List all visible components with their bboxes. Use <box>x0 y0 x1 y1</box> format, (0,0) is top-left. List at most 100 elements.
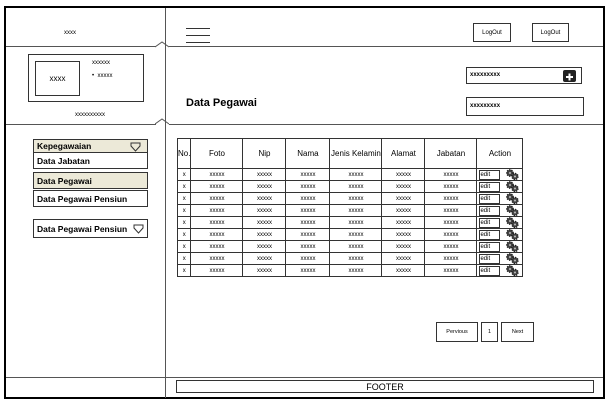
table-cell: xxxxx <box>381 252 426 265</box>
table-cell: xxxxx <box>424 180 478 193</box>
table-cell: xxxxx <box>190 240 244 253</box>
logout-button[interactable]: LogOut <box>473 23 511 42</box>
table-cell: xxxxx <box>381 228 426 241</box>
table-cell: xxxxx <box>285 216 331 229</box>
profile-line2-bullet: • xxxxx <box>92 73 113 79</box>
table-row: x xxxxx xxxxx xxxxx xxxxx xxxxx xxxxx edit <box>176 264 524 277</box>
footer-bar: FOOTER <box>176 380 594 393</box>
add-button[interactable] <box>563 70 576 82</box>
table-cell: x <box>176 264 192 277</box>
action-cell: edit <box>476 180 524 193</box>
chevron-down-icon <box>133 224 144 234</box>
header-separator-right <box>169 46 603 47</box>
hamburger-line <box>186 35 210 36</box>
edit-button[interactable]: edit <box>479 181 501 192</box>
table-cell: xxxxx <box>381 216 426 229</box>
action-cell: edit <box>476 204 524 217</box>
table-cell: xxxxx <box>424 204 478 217</box>
table-cell: xxxxx <box>329 168 383 181</box>
table-cell: xxxxx <box>424 228 478 241</box>
column-header: Nama <box>285 138 331 169</box>
column-header: Nip <box>242 138 287 169</box>
table-cell: xxxxx <box>381 240 426 253</box>
edit-button[interactable]: edit <box>479 229 501 240</box>
table-cell: xxxxx <box>242 216 287 229</box>
table-cell: xxxxx <box>329 240 383 253</box>
table-cell: xxxxx <box>285 192 331 205</box>
table-row: x xxxxx xxxxx xxxxx xxxxx xxxxx xxxxx edit <box>176 252 524 265</box>
search-input[interactable]: xxxxxxxxx <box>466 67 582 84</box>
sidebar-group-label: Kepegawaian <box>37 141 92 151</box>
filter-input-value: xxxxxxxxx <box>470 103 501 109</box>
column-header: Jenis Kelamin <box>329 138 383 169</box>
table-cell: xxxxx <box>190 180 244 193</box>
action-cell: edit <box>476 240 524 253</box>
page-title: Data Pegawai <box>186 97 257 109</box>
footer-separator <box>6 377 603 378</box>
gear-icon[interactable] <box>504 193 520 204</box>
table-cell: xxxxx <box>285 252 331 265</box>
filter-input[interactable]: xxxxxxxxx <box>466 97 584 116</box>
action-cell: edit <box>476 216 524 229</box>
table-cell: xxxxx <box>285 240 331 253</box>
table-cell: xxxxx <box>285 204 331 217</box>
table-cell: x <box>176 216 192 229</box>
table-cell: x <box>176 192 192 205</box>
menu-toggle-button[interactable] <box>186 27 210 43</box>
sidebar-separator-left <box>6 124 156 125</box>
edit-button[interactable]: edit <box>479 265 501 276</box>
gear-icon[interactable] <box>504 265 520 276</box>
table-cell: xxxxx <box>242 192 287 205</box>
sidebar-item-label: Data Jabatan <box>37 155 90 166</box>
column-header: Jabatan <box>424 138 478 169</box>
gear-icon[interactable] <box>504 217 520 228</box>
profile-line1: xxxxxx <box>92 60 110 66</box>
table-cell: xxxxx <box>381 168 426 181</box>
gear-icon[interactable] <box>504 169 520 180</box>
table-cell: xxxxx <box>424 192 478 205</box>
table-cell: xxxxx <box>190 192 244 205</box>
sidebar-item-data-jabatan[interactable]: Data Jabatan <box>33 152 148 169</box>
sidebar-group-kepegawaian[interactable]: Kepegawaian <box>33 139 148 153</box>
table-cell: xxxxx <box>329 228 383 241</box>
sidebar-item-label: Data Pegawai <box>37 175 92 186</box>
table-cell: x <box>176 204 192 217</box>
sidebar-item-data-pegawai-pensiun[interactable]: Data Pegawai Pensiun <box>33 190 148 207</box>
gear-icon[interactable] <box>504 241 520 252</box>
column-header: Foto <box>190 138 244 169</box>
pagination-next-button[interactable]: Next <box>501 322 534 342</box>
action-cell: edit <box>476 252 524 265</box>
table-row: x xxxxx xxxxx xxxxx xxxxx xxxxx xxxxx edit <box>176 192 524 205</box>
table-body: x xxxxx xxxxx xxxxx xxxxx xxxxx xxxxx edit x xxxx… <box>176 168 524 277</box>
gear-icon[interactable] <box>504 181 520 192</box>
edit-button[interactable]: edit <box>479 169 501 180</box>
sidebar-group-pensiun[interactable]: Data Pegawai Pensiun <box>33 219 148 238</box>
action-cell: edit <box>476 228 524 241</box>
table-cell: xxxxx <box>329 252 383 265</box>
table-cell: xxxxx <box>329 216 383 229</box>
sidebar-item-data-pegawai[interactable]: Data Pegawai <box>33 172 148 189</box>
column-header: No. <box>176 138 192 169</box>
pagination-page-number[interactable]: 1 <box>481 322 498 342</box>
table-cell: xxxxx <box>190 264 244 277</box>
edit-button[interactable]: edit <box>479 217 501 228</box>
table-row: x xxxxx xxxxx xxxxx xxxxx xxxxx xxxxx edit <box>176 180 524 193</box>
pagination-prev-button[interactable]: Pervious <box>436 322 478 342</box>
edit-button[interactable]: edit <box>479 205 501 216</box>
header-separator-left <box>6 46 156 47</box>
edit-button[interactable]: edit <box>479 241 501 252</box>
edit-button[interactable]: edit <box>479 193 501 204</box>
profile-line2: xxxxx <box>97 73 113 79</box>
table-cell: xxxxx <box>424 240 478 253</box>
table-cell: xxxxx <box>329 192 383 205</box>
logout-button-secondary[interactable]: LogOut <box>532 23 569 42</box>
action-cell: edit <box>476 192 524 205</box>
data-table: No. Foto Nip Nama Jenis Kelamin Alamat J… <box>176 138 524 277</box>
plus-icon <box>566 73 573 81</box>
edit-button[interactable]: edit <box>479 253 501 264</box>
gear-icon[interactable] <box>504 229 520 240</box>
sidebar-item-label: Data Pegawai Pensiun <box>37 193 128 204</box>
gear-icon[interactable] <box>504 205 520 216</box>
gear-icon[interactable] <box>504 253 520 264</box>
header-separator-notch <box>155 41 169 48</box>
